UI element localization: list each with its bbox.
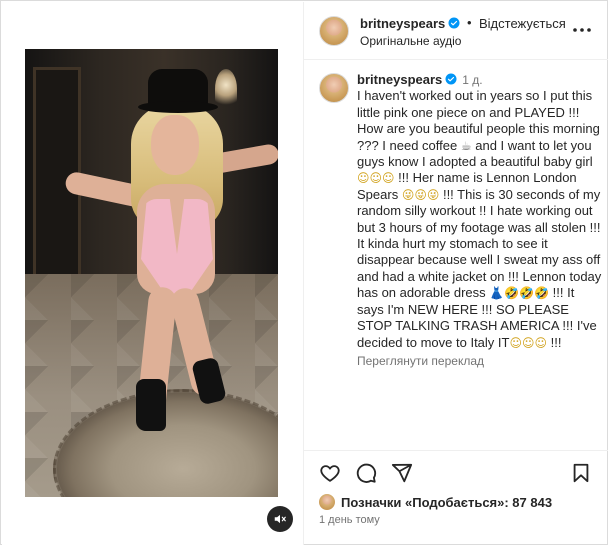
hat-brim [138, 101, 218, 113]
verified-badge-icon [448, 17, 460, 29]
video-background-lamp [215, 69, 237, 109]
original-audio-link[interactable]: Оригінальне аудіо [360, 34, 461, 48]
person-boot-left [136, 379, 166, 431]
following-button[interactable]: Відстежується [479, 16, 566, 31]
share-icon [391, 463, 413, 483]
coffee-emoji: ☕ [460, 138, 472, 153]
post-video[interactable] [25, 49, 278, 497]
liker-avatar [319, 494, 335, 510]
like-button[interactable] [319, 462, 341, 484]
likes-row: Позначки «Подобається»: 87 843 [319, 493, 552, 511]
smile-emoji: ☺☺☺ [357, 171, 395, 186]
silly-face-emoji: 😜😜😜 [401, 187, 440, 202]
caption-username[interactable]: britneyspears [357, 72, 442, 87]
post-caption: britneyspears 1 д. I haven't worked out i… [304, 61, 608, 451]
author-username[interactable]: britneyspears [360, 16, 460, 31]
mute-button[interactable] [267, 506, 293, 532]
post-details-pane: britneyspears • Відстежується Оригінальн… [303, 2, 608, 545]
likes-count[interactable]: Позначки «Подобається»: 87 843 [341, 495, 552, 510]
comment-icon [356, 463, 377, 483]
post-header: britneyspears • Відстежується Оригінальн… [304, 2, 608, 60]
verified-badge-icon [445, 73, 457, 85]
dress-emoji: 👗 [489, 286, 505, 301]
bookmark-icon [573, 463, 589, 483]
person-hat [138, 69, 218, 129]
speaker-muted-icon [274, 514, 286, 524]
comment-button[interactable] [355, 462, 377, 484]
caption-age[interactable]: 1 д. [462, 73, 482, 87]
more-options-icon[interactable] [572, 24, 592, 36]
heart-icon [320, 465, 340, 482]
post-actions [304, 452, 608, 492]
caption-body: britneyspears 1 д. I haven't worked out i… [357, 72, 603, 369]
media-pane [2, 2, 303, 545]
caption-text: !!! [547, 334, 562, 350]
author-avatar[interactable] [319, 16, 349, 46]
share-button[interactable] [391, 462, 413, 484]
caption-text: !!! This is 30 seconds of my random sill… [357, 186, 602, 301]
caption-author-avatar[interactable] [319, 73, 349, 103]
see-translation-link[interactable]: Переглянути переклад [357, 353, 603, 369]
author-username-text[interactable]: britneyspears [360, 16, 445, 31]
save-button[interactable] [570, 462, 592, 484]
post-modal: britneyspears • Відстежується Оригінальн… [0, 0, 608, 545]
post-timestamp[interactable]: 1 день тому [319, 514, 380, 526]
header-separator: • [467, 15, 472, 30]
smile-emoji: ☺☺☺ [509, 335, 547, 350]
rofl-emoji: 🤣🤣🤣 [504, 286, 550, 301]
